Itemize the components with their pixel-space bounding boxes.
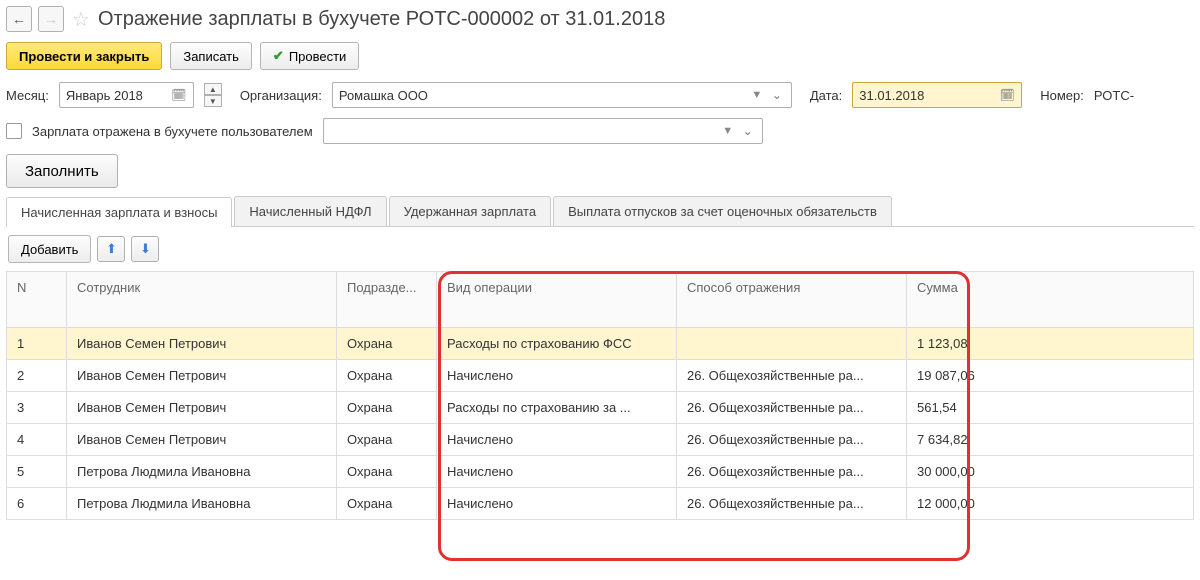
spinner-down-icon[interactable]: ▼ — [204, 95, 222, 107]
number-label: Номер: — [1040, 88, 1084, 103]
post-and-close-button[interactable]: Провести и закрыть — [6, 42, 162, 70]
col-employee[interactable]: Сотрудник — [67, 272, 337, 328]
month-value: Январь 2018 — [66, 88, 169, 103]
reflected-label: Зарплата отражена в бухучете пользовател… — [32, 124, 313, 139]
month-spinner[interactable]: ▲ ▼ — [204, 83, 222, 107]
dropdown-chevron-icon[interactable]: ▼ — [718, 121, 738, 141]
month-field[interactable]: Январь 2018 🗓 — [59, 82, 194, 108]
tab-withheld[interactable]: Удержанная зарплата — [389, 196, 551, 226]
date-value: 31.01.2018 — [859, 88, 997, 103]
table-row[interactable]: 5 Петрова Людмила Ивановна Охрана Начисл… — [7, 456, 1194, 488]
col-n[interactable]: N — [7, 272, 67, 328]
fill-button[interactable]: Заполнить — [6, 154, 118, 188]
date-label: Дата: — [810, 88, 842, 103]
tab-vacation[interactable]: Выплата отпусков за счет оценочных обяза… — [553, 196, 892, 226]
org-value: Ромашка ООО — [339, 88, 747, 103]
number-value: РОТС- — [1094, 88, 1134, 103]
calendar-icon[interactable]: 🗓 — [169, 85, 189, 105]
dropdown-chevron-icon[interactable]: ▼ — [747, 85, 767, 105]
save-button[interactable]: Записать — [170, 42, 252, 70]
table-row[interactable]: 4 Иванов Семен Петрович Охрана Начислено… — [7, 424, 1194, 456]
post-label: Провести — [289, 49, 347, 64]
move-down-button[interactable]: ⬇ — [131, 236, 159, 262]
spinner-up-icon[interactable]: ▲ — [204, 83, 222, 95]
table-row[interactable]: 1 Иванов Семен Петрович Охрана Расходы п… — [7, 328, 1194, 360]
add-row-button[interactable]: Добавить — [8, 235, 91, 263]
org-label: Организация: — [240, 88, 322, 103]
col-sum[interactable]: Сумма — [907, 272, 1194, 328]
table-row[interactable]: 2 Иванов Семен Петрович Охрана Начислено… — [7, 360, 1194, 392]
back-button[interactable]: ← — [6, 6, 32, 32]
col-reflection[interactable]: Способ отражения — [677, 272, 907, 328]
tab-ndfl[interactable]: Начисленный НДФЛ — [234, 196, 386, 226]
open-ref-icon[interactable]: ⌄ — [738, 121, 758, 141]
table-row[interactable]: 6 Петрова Людмила Ивановна Охрана Начисл… — [7, 488, 1194, 520]
page-title: Отражение зарплаты в бухучете РОТС-00000… — [98, 8, 665, 31]
tab-accrued-salary[interactable]: Начисленная зарплата и взносы — [6, 197, 232, 227]
move-up-button[interactable]: ⬆ — [97, 236, 125, 262]
reflected-field[interactable]: ▼ ⌄ — [323, 118, 763, 144]
col-operation[interactable]: Вид операции — [437, 272, 677, 328]
col-department[interactable]: Подразде... — [337, 272, 437, 328]
forward-button[interactable]: → — [38, 6, 64, 32]
post-button[interactable]: ✔ Провести — [260, 42, 359, 70]
open-ref-icon[interactable]: ⌄ — [767, 85, 787, 105]
month-label: Месяц: — [6, 88, 49, 103]
date-field[interactable]: 31.01.2018 🗓 — [852, 82, 1022, 108]
calendar-icon[interactable]: 🗓 — [997, 85, 1017, 105]
org-field[interactable]: Ромашка ООО ▼ ⌄ — [332, 82, 792, 108]
reflected-checkbox[interactable] — [6, 123, 22, 139]
salary-table: N Сотрудник Подразде... Вид операции Спо… — [6, 271, 1194, 520]
favorite-icon[interactable]: ☆ — [70, 8, 92, 30]
post-check-icon: ✔ — [273, 48, 284, 64]
table-row[interactable]: 3 Иванов Семен Петрович Охрана Расходы п… — [7, 392, 1194, 424]
